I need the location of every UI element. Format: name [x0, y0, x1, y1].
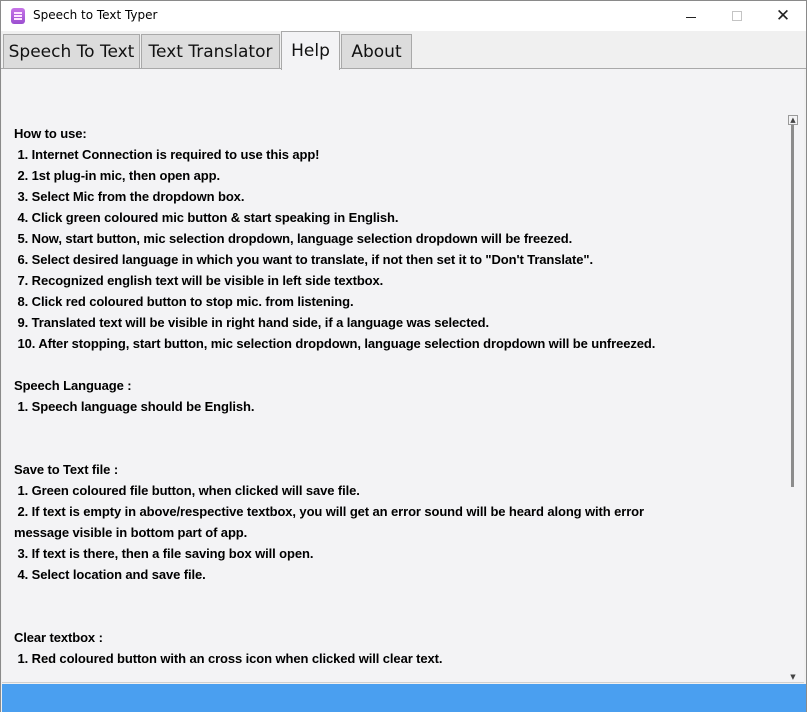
scroll-down-button[interactable]: ▼: [788, 673, 798, 682]
help-panel: How to use: 1. Internet Connection is re…: [2, 69, 804, 683]
help-line: 1. Internet Connection is required to us…: [14, 147, 320, 162]
help-line: 3. Select Mic from the dropdown box.: [14, 189, 245, 204]
window-title: Speech to Text Typer: [33, 8, 158, 22]
maximize-icon: [732, 11, 742, 21]
scrollbar-thumb[interactable]: [791, 125, 794, 487]
help-line: message visible in bottom part of app.: [14, 525, 248, 540]
help-line: Speech Language :: [14, 378, 132, 393]
maximize-button: [714, 1, 760, 31]
help-line: 2. 1st plug-in mic, then open app.: [14, 168, 221, 183]
main-frame: Speech To Text Text Translator Help Abou…: [0, 31, 807, 712]
help-line: 6. Select desired language in which you …: [14, 252, 594, 267]
minimize-icon: [686, 16, 696, 18]
help-line: 5. Now, start button, mic selection drop…: [14, 231, 573, 246]
app-icon: [11, 8, 25, 24]
close-icon: ✕: [775, 6, 791, 26]
help-line: 9. Translated text will be visible in ri…: [14, 315, 490, 330]
help-line: [14, 354, 774, 375]
help-textbox[interactable]: How to use: 1. Internet Connection is re…: [14, 123, 774, 669]
help-line: 4. Select location and save file.: [14, 567, 206, 582]
help-line: [14, 417, 774, 438]
help-line: 4. Click green coloured mic button & sta…: [14, 210, 399, 225]
tab-bar: Speech To Text Text Translator Help Abou…: [1, 31, 806, 70]
help-line: Save to Text file :: [14, 462, 119, 477]
help-line: 1. Red coloured button with an cross ico…: [14, 651, 443, 666]
close-button[interactable]: ✕: [760, 1, 806, 31]
minimize-button[interactable]: [668, 1, 714, 31]
scroll-up-button[interactable]: ▲: [788, 115, 798, 125]
tab-help[interactable]: Help: [281, 31, 340, 70]
help-line: 3. If text is there, then a file saving …: [14, 546, 314, 561]
help-line: 8. Click red coloured button to stop mic…: [14, 294, 354, 309]
tab-text-translator[interactable]: Text Translator: [141, 34, 280, 69]
help-line: [14, 438, 774, 459]
tab-divider: [1, 68, 806, 69]
status-bar: [2, 684, 806, 712]
help-line: 10. After stopping, start button, mic se…: [14, 336, 656, 351]
help-line: Clear textbox :: [14, 630, 103, 645]
title-bar: Speech to Text Typer ✕: [0, 0, 807, 31]
help-line: 2. If text is empty in above/respective …: [14, 504, 645, 519]
tab-about[interactable]: About: [341, 34, 412, 69]
help-line: How to use:: [14, 126, 87, 141]
tab-speech-to-text[interactable]: Speech To Text: [3, 34, 140, 69]
help-line: [14, 606, 774, 627]
help-line: 1. Speech language should be English.: [14, 399, 255, 414]
help-line: 7. Recognized english text will be visib…: [14, 273, 384, 288]
help-line: [14, 585, 774, 606]
help-line: 1. Green coloured file button, when clic…: [14, 483, 360, 498]
